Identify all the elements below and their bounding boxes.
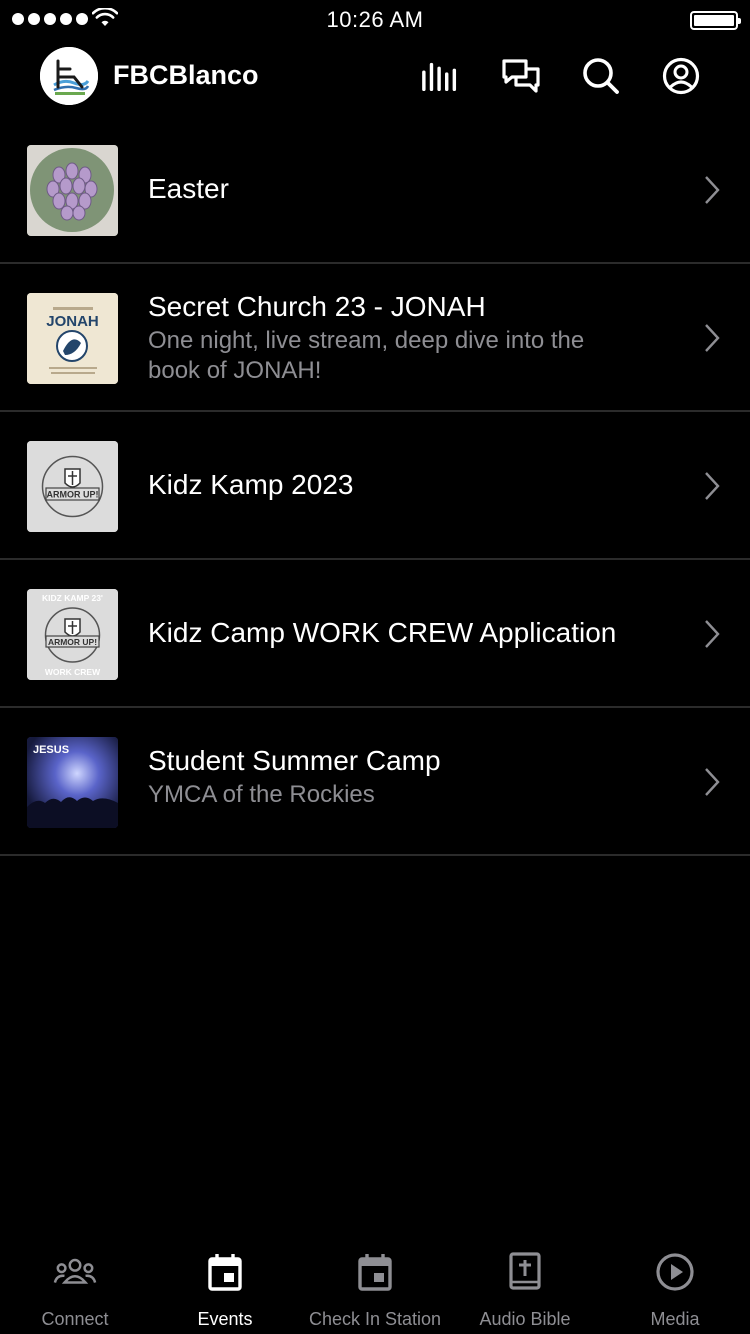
- event-title: Student Summer Camp: [148, 745, 441, 776]
- tab-media[interactable]: Media: [600, 1236, 750, 1334]
- tab-label: Audio Bible: [479, 1309, 571, 1329]
- bible-icon: [503, 1250, 547, 1294]
- event-subtitle: One night, live stream, deep dive into t…: [148, 327, 585, 354]
- tab-bar: Connect Events Check In Station Audio Bi…: [0, 1236, 750, 1334]
- list-item-secret-church[interactable]: JONAH Secret Church 23 - JONAH One night…: [0, 264, 750, 412]
- chevron-right-icon: [705, 324, 720, 352]
- tab-connect[interactable]: Connect: [0, 1236, 150, 1334]
- search-icon[interactable]: [581, 56, 621, 96]
- play-circle-icon: [653, 1250, 697, 1294]
- calendar-icon: [203, 1250, 247, 1294]
- profile-icon[interactable]: [661, 56, 701, 96]
- church-logo[interactable]: [40, 47, 98, 105]
- events-list: Easter JONAH Secret Church 23 - JONAH On…: [0, 116, 750, 856]
- tab-events[interactable]: Events: [150, 1236, 300, 1334]
- chevron-right-icon: [705, 768, 720, 796]
- event-thumbnail: [27, 145, 118, 236]
- audio-bars-icon[interactable]: [421, 56, 461, 96]
- chat-icon[interactable]: [501, 56, 541, 96]
- list-item-kidz-kamp[interactable]: ARMOR UP! Kidz Kamp 2023: [0, 412, 750, 560]
- status-bar: 10:26 AM: [0, 0, 750, 40]
- tab-label: Connect: [41, 1309, 109, 1329]
- svg-text:ARMOR UP!: ARMOR UP!: [47, 490, 99, 500]
- app-header: FBCBlanco: [0, 40, 750, 116]
- status-time: 10:26 AM: [326, 7, 424, 32]
- chevron-right-icon: [705, 620, 720, 648]
- battery-icon: [690, 11, 741, 30]
- chevron-right-icon: [705, 472, 720, 500]
- event-title: Kidz Kamp 2023: [148, 469, 354, 500]
- tab-label: Check In Station: [308, 1309, 442, 1329]
- tab-label: Media: [650, 1309, 700, 1329]
- list-item-work-crew[interactable]: KIDZ KAMP 23' ARMOR UP! WORK CREW Kidz C…: [0, 560, 750, 708]
- tab-check-in-station[interactable]: Check In Station: [300, 1236, 450, 1334]
- event-thumbnail: KIDZ KAMP 23' ARMOR UP! WORK CREW: [27, 589, 118, 680]
- event-thumbnail: JESUS: [27, 737, 118, 828]
- event-thumbnail: ARMOR UP!: [27, 441, 118, 532]
- list-item-student-camp[interactable]: JESUS Student Summer Camp YMCA of the Ro…: [0, 708, 750, 856]
- event-title: Kidz Camp WORK CREW Application: [148, 617, 617, 648]
- people-icon: [53, 1250, 97, 1294]
- svg-text:ARMOR UP!: ARMOR UP!: [48, 637, 97, 647]
- app-title: FBCBlanco: [113, 60, 259, 90]
- svg-text:KIDZ KAMP 23': KIDZ KAMP 23': [42, 593, 103, 603]
- svg-text:JESUS: JESUS: [33, 744, 69, 756]
- event-title: Secret Church 23 - JONAH: [148, 291, 486, 322]
- event-thumbnail: JONAH: [27, 293, 118, 384]
- tab-label: Events: [197, 1309, 253, 1329]
- chevron-right-icon: [705, 176, 720, 204]
- tab-audio-bible[interactable]: Audio Bible: [450, 1236, 600, 1334]
- svg-text:JONAH: JONAH: [46, 313, 99, 330]
- event-title: Easter: [148, 173, 229, 204]
- event-subtitle: YMCA of the Rockies: [148, 781, 375, 808]
- calendar-check-icon: [353, 1250, 397, 1294]
- list-item-easter[interactable]: Easter: [0, 116, 750, 264]
- event-subtitle: book of JONAH!: [148, 357, 322, 384]
- svg-text:WORK CREW: WORK CREW: [45, 667, 101, 677]
